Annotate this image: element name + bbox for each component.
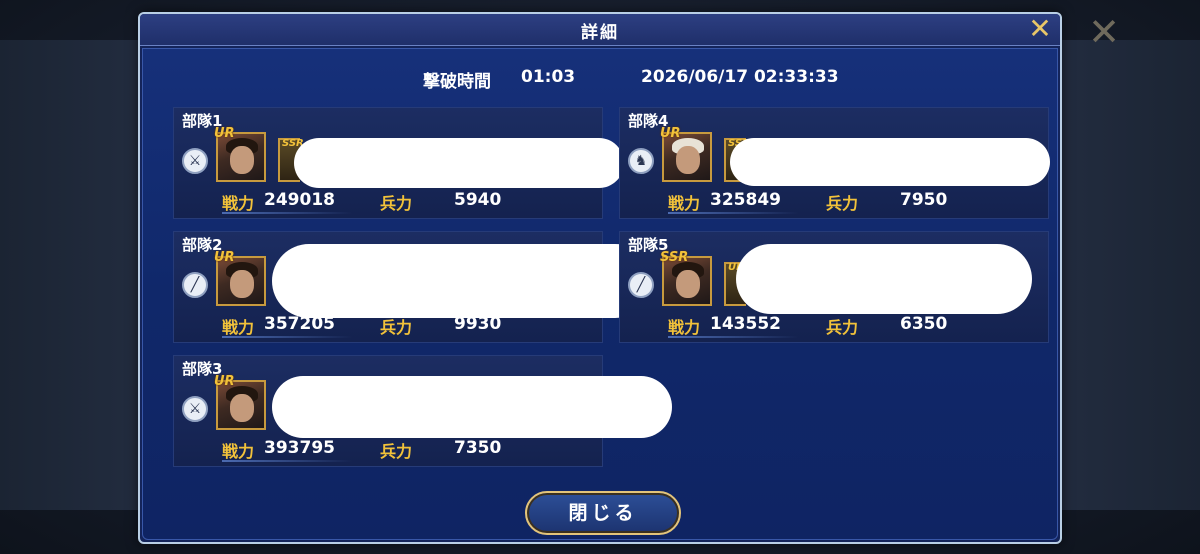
dialog-header: 詳細 ✕ xyxy=(140,14,1060,46)
horse-icon: ♞ xyxy=(628,148,654,174)
power-label: 戦力 xyxy=(668,194,701,213)
unit-stats: 戦力 357205 兵力 9930 xyxy=(222,314,582,338)
power-value: 249018 xyxy=(264,190,335,210)
power-label: 戦力 xyxy=(222,318,255,337)
redaction-mark xyxy=(294,138,624,188)
power-value: 325849 xyxy=(710,190,781,210)
troops-value: 5940 xyxy=(454,190,502,210)
spear-icon: ╱ xyxy=(628,272,654,298)
defeat-time-label: 撃破時間 xyxy=(423,72,491,92)
power-label: 戦力 xyxy=(222,194,255,213)
troops-value: 6350 xyxy=(900,314,948,334)
power-label: 戦力 xyxy=(668,318,701,337)
dialog-title: 詳細 xyxy=(581,23,619,43)
rarity-badge: SSR xyxy=(660,250,689,265)
troops-label: 兵力 xyxy=(826,194,859,213)
power-value: 357205 xyxy=(264,314,335,334)
unit-card[interactable]: 部隊5 ╱ SSR UR 戦力 143552 兵力 6350 xyxy=(619,231,1049,343)
background-right-panel xyxy=(1060,40,1200,510)
unit-stats: 戦力 249018 兵力 5940 xyxy=(222,190,582,214)
troops-value: 7950 xyxy=(900,190,948,210)
redaction-mark xyxy=(736,244,1032,314)
background-close-icon: ✕ xyxy=(1088,10,1120,54)
redaction-mark xyxy=(272,376,672,438)
battle-datetime: 2026/06/17 02:33:33 xyxy=(641,67,839,87)
spear-icon: ╱ xyxy=(182,272,208,298)
sword-icon: ⚔ xyxy=(182,396,208,422)
rarity-badge: UR xyxy=(214,374,235,389)
power-value: 143552 xyxy=(710,314,781,334)
power-value: 393795 xyxy=(264,438,335,458)
rarity-badge: UR xyxy=(660,126,681,141)
unit-card[interactable]: 部隊1 ⚔ UR SSR 戦力 249018 兵力 5940 xyxy=(173,107,624,219)
redaction-mark xyxy=(730,138,1050,186)
close-icon[interactable]: ✕ xyxy=(1026,15,1054,44)
unit-card[interactable]: 部隊3 ⚔ UR 戦力 393795 兵力 7350 xyxy=(173,355,672,467)
detail-dialog: 詳細 ✕ 撃破時間 01:03 2026/06/17 02:33:33 部隊1 … xyxy=(138,12,1062,544)
unit-card[interactable]: 部隊2 ╱ UR 戦力 357205 兵力 9930 xyxy=(173,231,652,343)
unit-stats: 戦力 325849 兵力 7950 xyxy=(668,190,1028,214)
unit-stats: 戦力 393795 兵力 7350 xyxy=(222,438,582,462)
troops-value: 7350 xyxy=(454,438,502,458)
troops-label: 兵力 xyxy=(380,442,413,461)
defeat-time-value: 01:03 xyxy=(521,67,576,87)
rarity-badge: UR xyxy=(214,126,235,141)
background-left-panel xyxy=(0,40,140,510)
sword-icon: ⚔ xyxy=(182,148,208,174)
troops-label: 兵力 xyxy=(826,318,859,337)
dialog-body: 撃破時間 01:03 2026/06/17 02:33:33 部隊1 ⚔ UR … xyxy=(142,48,1058,540)
rarity-badge: UR xyxy=(214,250,235,265)
troops-label: 兵力 xyxy=(380,194,413,213)
unit-card[interactable]: 部隊4 ♞ UR SSR 戦力 325849 兵力 7950 xyxy=(619,107,1050,219)
troops-value: 9930 xyxy=(454,314,502,334)
unit-stats: 戦力 143552 兵力 6350 xyxy=(668,314,1028,338)
power-label: 戦力 xyxy=(222,442,255,461)
close-button[interactable]: 閉じる xyxy=(525,491,681,535)
troops-label: 兵力 xyxy=(380,318,413,337)
redaction-mark xyxy=(272,244,652,318)
